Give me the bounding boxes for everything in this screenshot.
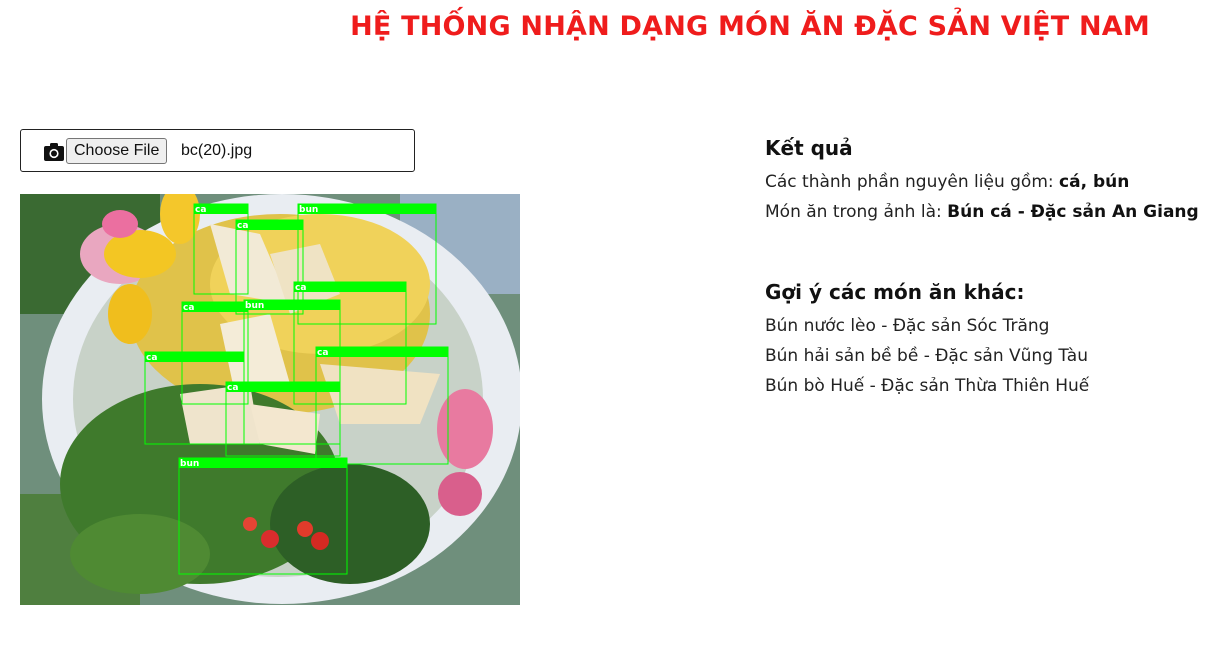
detection-label: bun: [245, 301, 264, 311]
detection-label: ca: [195, 205, 206, 215]
detection-label-bar: [316, 347, 448, 357]
detection-label-bar: [179, 458, 347, 468]
dish-label: Món ăn trong ảnh là:: [765, 202, 948, 222]
detection-label-bar: [294, 282, 406, 292]
suggestions-heading: Gợi ý các món ăn khác:: [765, 280, 1025, 304]
selected-file-name: bc(20).jpg: [181, 142, 253, 159]
detection-label-bar: [226, 382, 340, 392]
detection-label: bun: [180, 459, 199, 469]
ingredients-value: cá, bún: [1059, 172, 1130, 192]
ingredients-label: Các thành phần nguyên liệu gồm:: [765, 172, 1060, 192]
suggestion-item: Bún hải sản bề bề - Đặc sản Vũng Tàu: [765, 346, 1088, 366]
camera-icon: [44, 143, 64, 161]
detection-label: ca: [237, 221, 248, 231]
result-heading: Kết quả: [765, 136, 853, 160]
food-photo: ca bun ca ca ca bun ca ca ca bun: [20, 194, 520, 605]
page-title: HỆ THỐNG NHẬN DẠNG MÓN ĂN ĐẶC SẢN VIỆT N…: [350, 11, 1150, 42]
suggestion-item: Bún nước lèo - Đặc sản Sóc Trăng: [765, 316, 1050, 336]
detection-label: ca: [317, 348, 328, 358]
detection-label: ca: [146, 353, 157, 363]
choose-file-button[interactable]: Choose File: [66, 138, 168, 164]
detection-label: bun: [299, 205, 318, 215]
detection-label: ca: [295, 283, 306, 293]
dish-line: Món ăn trong ảnh là: Bún cá - Đặc sản An…: [765, 197, 1210, 227]
suggestion-item: Bún bò Huế - Đặc sản Thừa Thiên Huế: [765, 376, 1090, 396]
results-panel: Kết quả Các thành phần nguyên liệu gồm: …: [765, 136, 1210, 401]
detection-label: ca: [227, 383, 238, 393]
detection-label: ca: [183, 303, 194, 313]
detection-label-bar: [145, 352, 244, 362]
detection-label-bar: [298, 204, 436, 214]
file-upload: Choose File bc(20).jpg: [20, 129, 415, 172]
suggestions-panel: Gợi ý các món ăn khác: Bún nước lèo - Đặ…: [765, 280, 1210, 401]
ingredients-line: Các thành phần nguyên liệu gồm: cá, bún: [765, 167, 1210, 197]
dish-value: Bún cá - Đặc sản An Giang: [947, 202, 1199, 222]
